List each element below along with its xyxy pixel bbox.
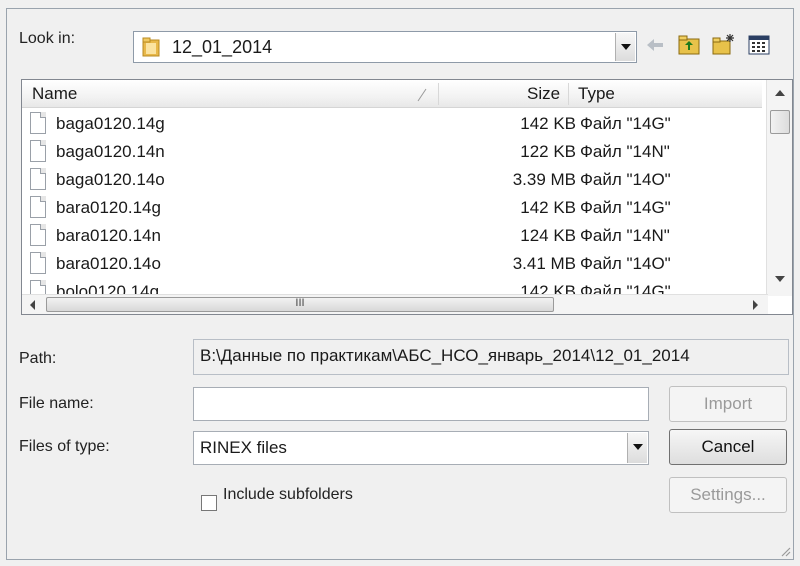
file-row[interactable]: bara0120.14o 3.41 MB Файл "14O" — [22, 250, 762, 278]
file-icon — [30, 224, 46, 246]
back-arrow-icon[interactable] — [643, 33, 667, 57]
horizontal-scroll-thumb[interactable]: III — [46, 297, 554, 312]
vertical-scroll-thumb[interactable] — [770, 110, 790, 134]
file-icon — [30, 112, 46, 134]
horizontal-scrollbar[interactable]: III — [22, 294, 768, 314]
file-icon — [30, 140, 46, 162]
files-of-type-dropdown-button[interactable] — [627, 433, 647, 463]
column-header-size[interactable]: Size — [527, 84, 560, 104]
file-size-cell: 124 KB — [520, 226, 576, 245]
file-list-header: Name Size Type — [22, 80, 762, 108]
file-type-cell: Файл "14G" — [580, 114, 671, 133]
view-menu-icon[interactable] — [747, 33, 771, 57]
include-subfolders-checkbox[interactable] — [201, 495, 217, 511]
file-name-cell: baga0120.14g — [56, 114, 165, 133]
file-row[interactable]: bara0120.14n 124 KB Файл "14N" — [22, 222, 762, 250]
file-type-cell: Файл "14G" — [580, 198, 671, 217]
look-in-label: Look in: — [19, 30, 76, 47]
file-icon — [30, 252, 46, 274]
path-value: B:\Данные по практикам\АБС_НСО_январь_20… — [200, 346, 690, 365]
file-row[interactable]: bara0120.14g 142 KB Файл "14G" — [22, 194, 762, 222]
column-header-type[interactable]: Type — [578, 84, 615, 104]
look-in-value: 12_01_2014 — [172, 37, 273, 57]
scroll-down-icon[interactable] — [775, 276, 785, 282]
file-type-cell: Файл "14O" — [580, 170, 671, 189]
file-size-cell: 3.41 MB — [512, 254, 576, 273]
file-type-cell: Файл "14N" — [580, 142, 670, 161]
file-row[interactable]: baga0120.14g 142 KB Файл "14G" — [22, 110, 762, 138]
file-name-input[interactable] — [193, 387, 649, 421]
file-import-dialog: Look in: 12_01_2014 Name Size Type baga0… — [6, 8, 794, 560]
settings-button[interactable]: Settings... — [669, 477, 787, 513]
file-size-cell: 142 KB — [520, 114, 576, 133]
file-type-cell: Файл "14O" — [580, 254, 671, 273]
look-in-combo[interactable]: 12_01_2014 — [133, 31, 637, 63]
file-size-cell: 142 KB — [520, 198, 576, 217]
include-subfolders-label[interactable]: Include subfolders — [223, 486, 353, 504]
vertical-scrollbar[interactable] — [766, 80, 792, 296]
file-name-cell: baga0120.14n — [56, 142, 165, 161]
column-resize-slash-icon — [417, 88, 427, 102]
file-name-label: File name: — [19, 395, 94, 412]
scroll-up-icon[interactable] — [775, 90, 785, 96]
file-type-cell: Файл "14N" — [580, 226, 670, 245]
import-button[interactable]: Import — [669, 386, 787, 422]
file-list[interactable]: Name Size Type baga0120.14g 142 KB Файл … — [21, 79, 793, 315]
files-of-type-select[interactable]: RINEX files — [193, 431, 649, 465]
new-folder-icon[interactable] — [711, 33, 735, 57]
scroll-right-icon[interactable] — [753, 300, 758, 310]
file-name-cell: baga0120.14o — [56, 170, 165, 189]
folder-icon — [142, 37, 160, 57]
file-size-cell: 122 KB — [520, 142, 576, 161]
column-header-name[interactable]: Name — [32, 84, 77, 104]
up-folder-icon[interactable] — [677, 33, 701, 57]
file-name-cell: bara0120.14g — [56, 198, 161, 217]
file-icon — [30, 168, 46, 190]
file-row[interactable]: baga0120.14n 122 KB Файл "14N" — [22, 138, 762, 166]
files-of-type-label: Files of type: — [19, 438, 110, 455]
file-name-cell: bara0120.14n — [56, 226, 161, 245]
file-name-cell: bara0120.14o — [56, 254, 161, 273]
path-label: Path: — [19, 350, 57, 367]
file-icon — [30, 196, 46, 218]
file-rows: baga0120.14g 142 KB Файл "14G" baga0120.… — [22, 110, 762, 306]
file-size-cell: 3.39 MB — [512, 170, 576, 189]
look-in-dropdown-button[interactable] — [615, 33, 635, 61]
files-of-type-value: RINEX files — [200, 438, 287, 457]
scroll-left-icon[interactable] — [30, 300, 35, 310]
file-row[interactable]: baga0120.14o 3.39 MB Файл "14O" — [22, 166, 762, 194]
path-field: B:\Данные по практикам\АБС_НСО_январь_20… — [193, 339, 789, 375]
cancel-button[interactable]: Cancel — [669, 429, 787, 465]
resize-grip-icon[interactable] — [779, 545, 791, 557]
